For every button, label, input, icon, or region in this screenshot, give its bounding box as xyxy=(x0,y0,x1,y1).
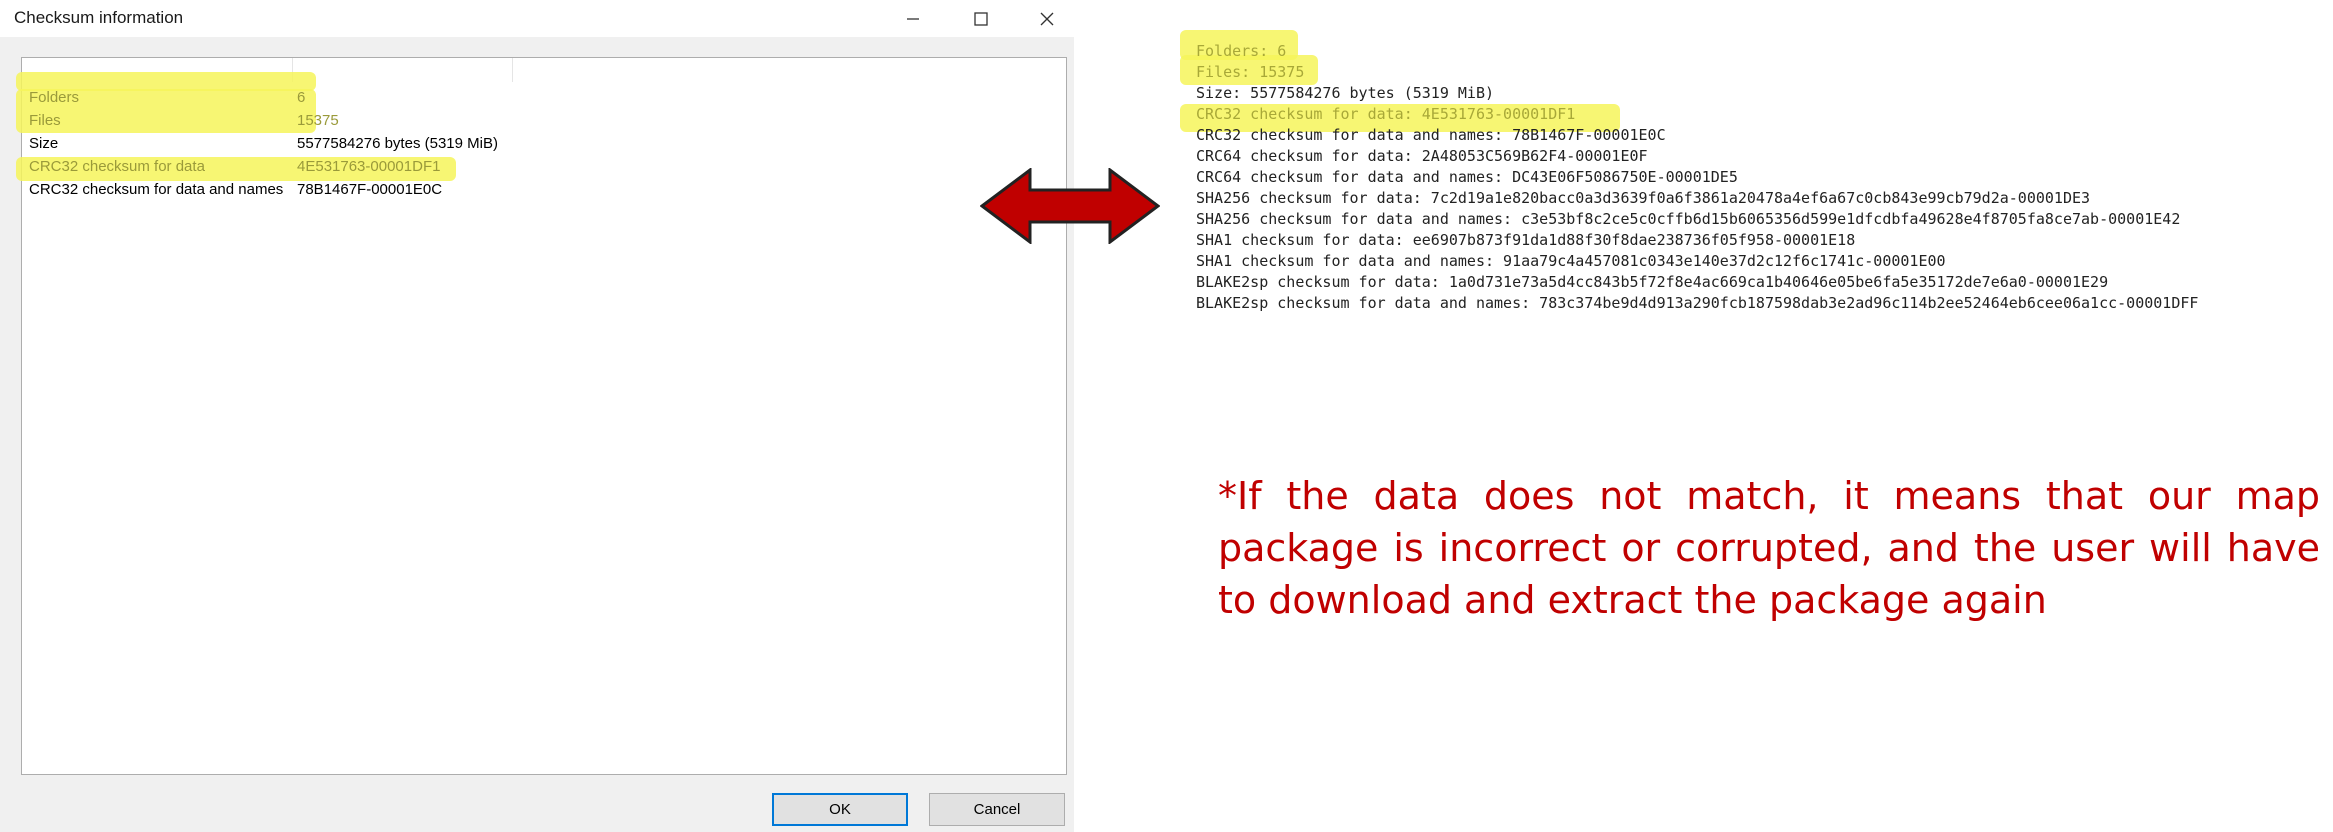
row-value: 4E531763-00001DF1 xyxy=(297,158,441,175)
output-line: Folders: 6 xyxy=(1196,42,1287,60)
row-value: 5577584276 bytes (5319 MiB) xyxy=(297,135,498,152)
output-line: BLAKE2sp checksum for data: 1a0d731e73a5… xyxy=(1196,273,2109,291)
list-row[interactable]: CRC32 checksum for data 4E531763-00001DF… xyxy=(22,155,1022,178)
output-line: Files: 15375 xyxy=(1196,63,1305,81)
list-row[interactable]: Size 5577584276 bytes (5319 MiB) xyxy=(22,132,1022,155)
row-name: Size xyxy=(29,135,59,152)
output-line: CRC32 checksum for data and names: 78B14… xyxy=(1196,126,1666,144)
double-arrow-icon xyxy=(980,168,1160,244)
row-name: CRC32 checksum for data xyxy=(29,158,205,175)
maximize-icon xyxy=(974,11,988,26)
checksum-dialog: Checksum information Folders 6 Files 153… xyxy=(0,0,1074,832)
output-line: CRC64 checksum for data and names: DC43E… xyxy=(1196,168,1738,186)
row-value: 15375 xyxy=(297,112,339,129)
checksum-list[interactable]: Folders 6 Files 15375 Size 5577584276 by… xyxy=(16,57,1067,775)
output-line: SHA1 checksum for data: ee6907b873f91da1… xyxy=(1196,231,1856,249)
output-line: SHA256 checksum for data and names: c3e5… xyxy=(1196,210,2181,228)
row-value: 6 xyxy=(297,89,306,106)
minimize-icon xyxy=(907,17,919,20)
row-name: CRC32 checksum for data and names xyxy=(29,181,284,198)
close-icon xyxy=(1040,12,1054,25)
output-line: SHA1 checksum for data and names: 91aa79… xyxy=(1196,252,1946,270)
output-line: Size: 5577584276 bytes (5319 MiB) xyxy=(1196,84,1495,102)
list-row[interactable]: CRC32 checksum for data and names 78B146… xyxy=(22,178,1022,201)
list-row[interactable]: Files 15375 xyxy=(22,109,1022,132)
window-title: Checksum information xyxy=(14,8,184,27)
output-line: BLAKE2sp checksum for data and names: 78… xyxy=(1196,294,2199,312)
output-line: SHA256 checksum for data: 7c2d19a1e820ba… xyxy=(1196,189,2091,207)
column-divider[interactable] xyxy=(512,58,513,82)
list-row[interactable]: Folders 6 xyxy=(22,86,1022,109)
minimize-button[interactable] xyxy=(880,0,946,37)
output-line: CRC64 checksum for data: 2A48053C569B62F… xyxy=(1196,147,1648,165)
cancel-button[interactable]: Cancel xyxy=(929,793,1065,826)
row-value: 78B1467F-00001E0C xyxy=(297,181,443,198)
row-name: Folders xyxy=(29,89,80,106)
ok-button[interactable]: OK xyxy=(772,793,908,826)
maximize-button[interactable] xyxy=(948,0,1014,37)
mismatch-note: *If the data does not match, it means th… xyxy=(1218,474,2320,622)
title-bar: Checksum information xyxy=(0,0,1074,37)
close-button[interactable] xyxy=(1014,0,1080,37)
output-line: CRC32 checksum for data: 4E531763-00001D… xyxy=(1196,105,1576,123)
row-name: Files xyxy=(29,112,61,129)
